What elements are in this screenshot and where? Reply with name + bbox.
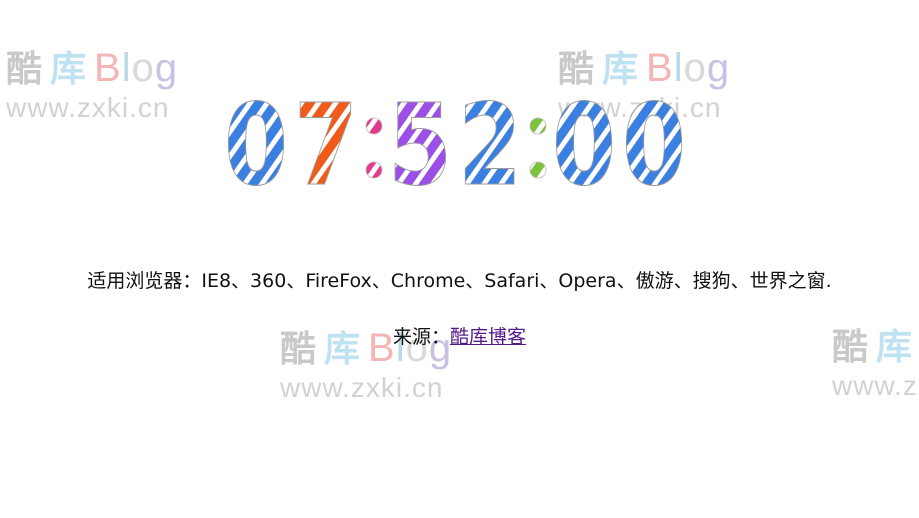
- source-line: 来源：酷库博客: [0, 322, 919, 349]
- watermark-url: www.zxki.cn: [280, 372, 444, 403]
- watermark-blog: Blog: [646, 46, 731, 90]
- watermark-cn-2: 库: [602, 49, 641, 90]
- clock-digit: 7: [294, 90, 358, 190]
- page: 酷库 Blog www.zxki.cn 酷库 Blog www.zxki.cn …: [0, 0, 919, 518]
- source-label: 来源：: [392, 326, 450, 348]
- clock-separator: [529, 117, 547, 179]
- clock-digit: 0: [622, 90, 686, 190]
- watermark-url: www.zxki.cn: [6, 92, 170, 123]
- clock-digit: 5: [388, 90, 452, 190]
- supported-browsers-text: 适用浏览器：IE8、360、FireFox、Chrome、Safari、Oper…: [87, 270, 832, 292]
- clock-graphic: 075200: [224, 90, 687, 190]
- watermark: 酷库 Blog www.zxki.cn: [6, 48, 178, 124]
- digital-clock: 075200: [222, 90, 692, 190]
- clock-digit: 2: [458, 90, 522, 190]
- clock-digit: 0: [224, 90, 288, 190]
- source-link[interactable]: 酷库博客: [450, 326, 526, 348]
- watermark-url: www.zxki.cn: [832, 370, 919, 401]
- clock-separator: [365, 117, 383, 179]
- watermark-cn-1: 酷: [6, 49, 45, 90]
- watermark-blog: Blog: [94, 46, 179, 90]
- watermark-cn-2: 库: [50, 49, 89, 90]
- clock-digit: 0: [552, 90, 616, 190]
- watermark-cn-1: 酷: [558, 49, 597, 90]
